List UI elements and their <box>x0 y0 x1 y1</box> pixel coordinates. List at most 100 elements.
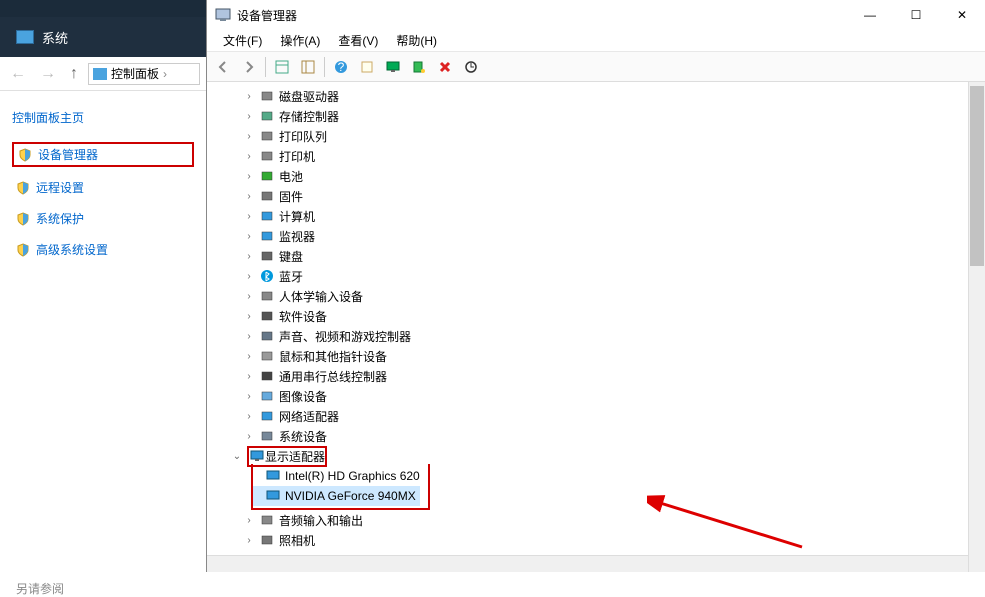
category-system[interactable]: ›系统设备 <box>231 426 985 446</box>
category-storage[interactable]: › 存储控制器 <box>231 106 985 126</box>
chevron-right-icon[interactable]: › <box>243 391 255 402</box>
sidebar-link-2[interactable]: 系统保护 <box>12 208 194 229</box>
category-printer[interactable]: ›打印机 <box>231 146 985 166</box>
sidebar-body: 控制面板主页 设备管理器远程设置系统保护高级系统设置 另请参阅 <box>0 91 206 572</box>
category-audio[interactable]: › 声音、视频和游戏控制器 <box>231 326 985 346</box>
toolbar-view2-icon[interactable] <box>296 55 320 79</box>
menu-help[interactable]: 帮助(H) <box>388 30 445 51</box>
chevron-down-icon[interactable]: ⌄ <box>231 451 243 462</box>
category-printer[interactable]: ›打印队列 <box>231 126 985 146</box>
toolbar-monitor-icon[interactable] <box>381 55 405 79</box>
toolbar-view1-icon[interactable] <box>270 55 294 79</box>
category-software[interactable]: ›软件设备 <box>231 306 985 326</box>
breadcrumb[interactable]: 控制面板 › <box>88 63 200 85</box>
printer-icon <box>259 128 275 144</box>
maximize-button[interactable]: ☐ <box>893 0 939 30</box>
chevron-right-icon[interactable]: › <box>243 431 255 442</box>
category-label: 声音、视频和游戏控制器 <box>279 328 411 345</box>
chevron-right-icon[interactable]: › <box>243 535 255 546</box>
device-intel-graphics[interactable]: Intel(R) HD Graphics 620 <box>253 466 420 486</box>
chevron-right-icon[interactable]: › <box>243 351 255 362</box>
svg-text:?: ? <box>338 60 345 74</box>
network-icon <box>259 408 275 424</box>
system-label: 系统 <box>42 28 68 47</box>
chevron-right-icon[interactable]: › <box>243 171 255 182</box>
chevron-right-icon[interactable]: › <box>243 311 255 322</box>
breadcrumb-text: 控制面板 <box>111 65 159 82</box>
device-tree[interactable]: ›磁盘驱动器›存储控制器›打印队列›打印机›电池›固件›计算机›监视器›键盘›蓝… <box>207 82 985 572</box>
toolbar-update-icon[interactable] <box>459 55 483 79</box>
disk-icon <box>259 88 275 104</box>
chevron-right-icon[interactable]: › <box>243 331 255 342</box>
link-label: 设备管理器 <box>38 146 98 163</box>
chevron-right-icon[interactable]: › <box>243 151 255 162</box>
device-nvidia-geforce[interactable]: NVIDIA GeForce 940MX <box>253 486 420 506</box>
link-label: 系统保护 <box>36 210 84 227</box>
vertical-scrollbar[interactable] <box>968 82 985 572</box>
category-label: 存储控制器 <box>279 108 339 125</box>
minimize-button[interactable]: — <box>847 0 893 30</box>
control-panel-home-link[interactable]: 控制面板主页 <box>12 109 194 126</box>
category-bluetooth[interactable]: ›蓝牙 <box>231 266 985 286</box>
display-adapter-icon <box>249 448 265 464</box>
titlebar: 设备管理器 — ☐ ✕ <box>207 0 985 30</box>
category-audioinput[interactable]: › 音频输入和输出 <box>231 510 985 530</box>
menu-file[interactable]: 文件(F) <box>215 30 270 51</box>
chevron-right-icon[interactable]: › <box>243 231 255 242</box>
forward-icon[interactable]: → <box>36 65 60 83</box>
close-button[interactable]: ✕ <box>939 0 985 30</box>
scrollbar-thumb[interactable] <box>970 86 984 266</box>
category-battery[interactable]: › 电池 <box>231 166 985 186</box>
category-monitor[interactable]: ›监视器 <box>231 226 985 246</box>
category-label: 磁盘驱动器 <box>279 88 339 105</box>
system-header: 系统 <box>0 17 206 57</box>
chevron-right-icon[interactable]: › <box>243 211 255 222</box>
toolbar-forward-icon[interactable] <box>237 55 261 79</box>
sidebar-link-3[interactable]: 高级系统设置 <box>12 239 194 260</box>
horizontal-scrollbar[interactable] <box>207 555 968 572</box>
link-label: 远程设置 <box>36 179 84 196</box>
category-label: 键盘 <box>279 248 303 265</box>
chevron-right-icon[interactable]: › <box>243 371 255 382</box>
category-label: 图像设备 <box>279 388 327 405</box>
chevron-right-icon[interactable]: › <box>243 271 255 282</box>
toolbar-back-icon[interactable] <box>211 55 235 79</box>
sidebar-link-0[interactable]: 设备管理器 <box>12 142 194 167</box>
chevron-right-icon[interactable]: › <box>243 111 255 122</box>
category-display-adapters[interactable]: ⌄ 显示适配器 <box>231 446 985 466</box>
category-firmware[interactable]: ›固件 <box>231 186 985 206</box>
chevron-right-icon[interactable]: › <box>243 291 255 302</box>
chevron-right-icon[interactable]: › <box>243 411 255 422</box>
category-mouse[interactable]: ›鼠标和其他指针设备 <box>231 346 985 366</box>
category-label: 计算机 <box>279 208 315 225</box>
category-computer[interactable]: › 计算机 <box>231 206 985 226</box>
toolbar-delete-icon[interactable] <box>433 55 457 79</box>
window-tab-strip <box>0 0 206 17</box>
menu-action[interactable]: 操作(A) <box>272 30 328 51</box>
chevron-right-icon[interactable]: › <box>243 515 255 526</box>
sidebar-link-1[interactable]: 远程设置 <box>12 177 194 198</box>
toolbar-props-icon[interactable] <box>355 55 379 79</box>
hid-icon <box>259 288 275 304</box>
chevron-right-icon[interactable]: › <box>243 91 255 102</box>
category-imaging[interactable]: › 图像设备 <box>231 386 985 406</box>
audioinput-icon <box>259 512 275 528</box>
category-keyboard[interactable]: › 键盘 <box>231 246 985 266</box>
toolbar-help-icon[interactable]: ? <box>329 55 353 79</box>
chevron-right-icon[interactable]: › <box>243 251 255 262</box>
category-label: 电池 <box>279 168 303 185</box>
up-icon[interactable]: ↑ <box>66 65 82 83</box>
back-icon[interactable]: ← <box>6 65 30 83</box>
category-disk[interactable]: › 磁盘驱动器 <box>231 86 985 106</box>
chevron-right-icon[interactable]: › <box>243 131 255 142</box>
category-usb[interactable]: ›通用串行总线控制器 <box>231 366 985 386</box>
category-network[interactable]: ›网络适配器 <box>231 406 985 426</box>
category-label: 音频输入和输出 <box>279 512 363 529</box>
nav-bar: ← → ↑ 控制面板 › <box>0 57 206 91</box>
chevron-right-icon: › <box>163 67 167 81</box>
menu-view[interactable]: 查看(V) <box>330 30 386 51</box>
category-camera[interactable]: ›照相机 <box>231 530 985 550</box>
chevron-right-icon[interactable]: › <box>243 191 255 202</box>
toolbar-scan-icon[interactable] <box>407 55 431 79</box>
category-hid[interactable]: ›人体学输入设备 <box>231 286 985 306</box>
